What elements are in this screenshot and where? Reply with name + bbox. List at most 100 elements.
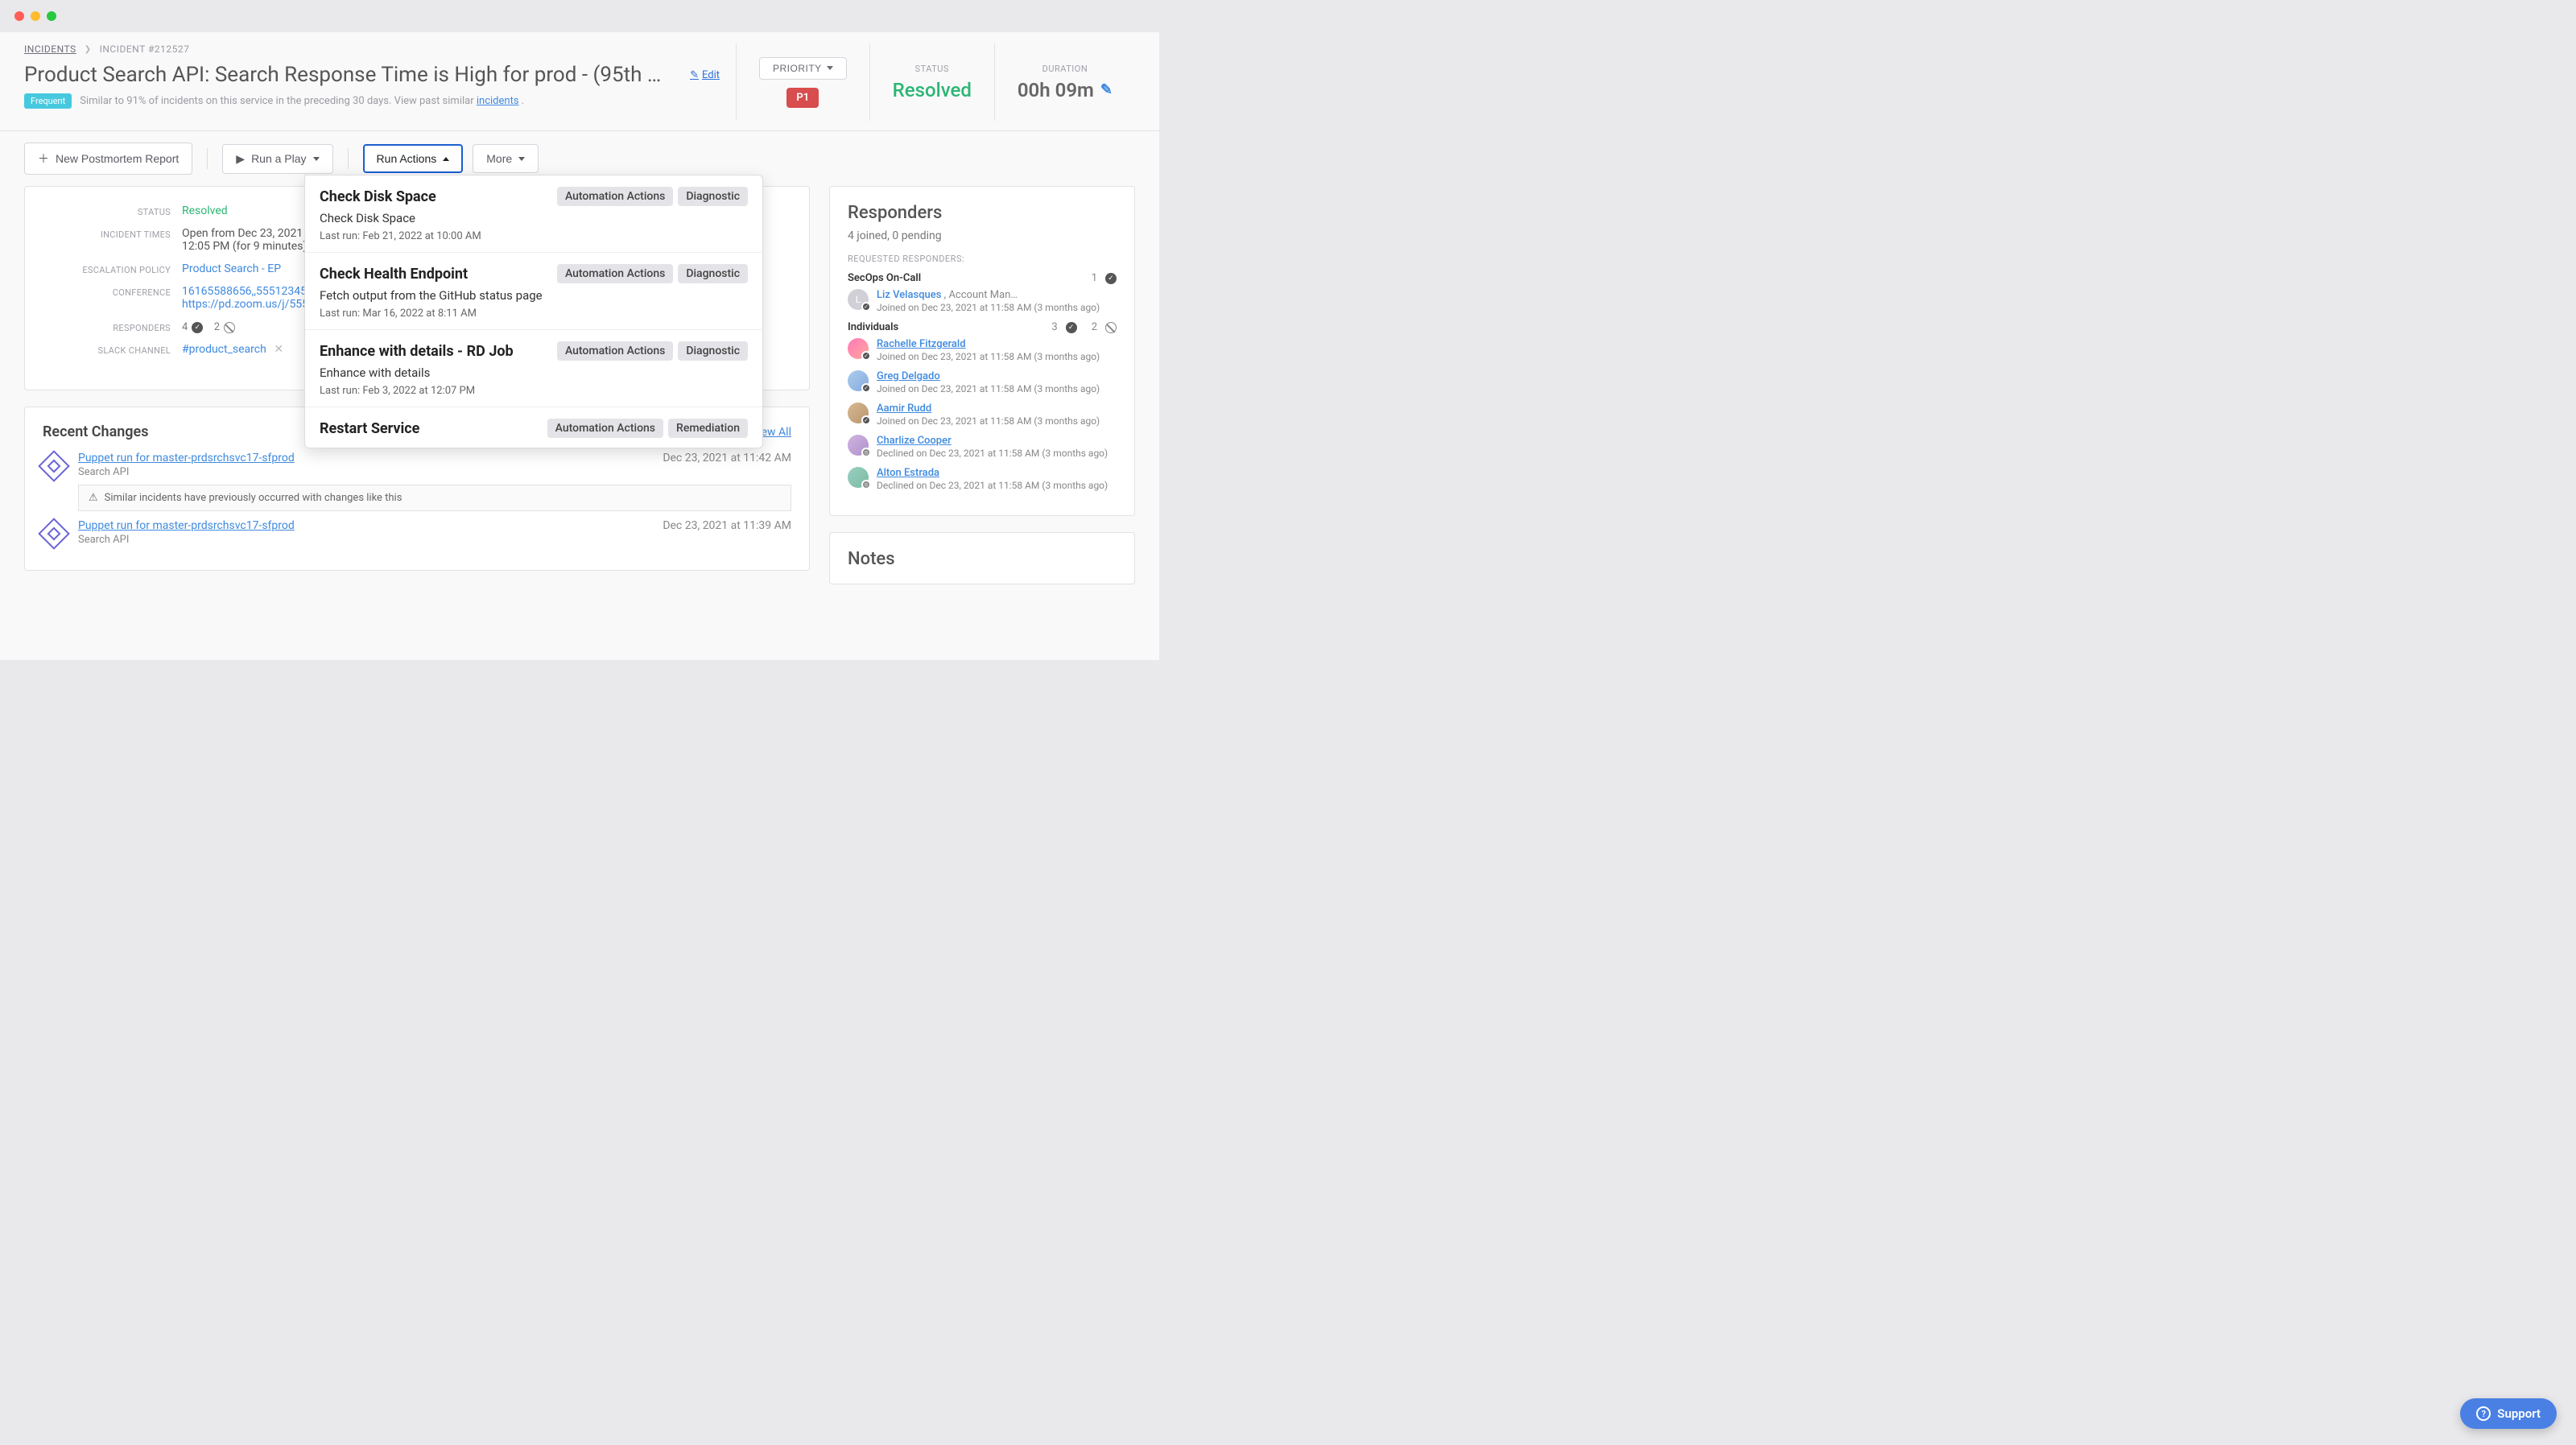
action-title: Enhance with details - RD Job: [320, 343, 514, 360]
responders-title: Responders: [848, 203, 1117, 223]
help-icon: ?: [2476, 1406, 2491, 1421]
responder-status: Joined on Dec 23, 2021 at 11:58 AM (3 mo…: [877, 383, 1117, 394]
action-description: Check Disk Space: [320, 211, 748, 225]
responders-card: Responders 4 joined, 0 pending REQUESTED…: [829, 186, 1135, 516]
status-value: Resolved: [893, 79, 972, 101]
responder-name-link[interactable]: Greg Delgado: [877, 370, 940, 382]
action-tag: Automation Actions: [557, 341, 673, 361]
status-box: STATUS Resolved: [869, 43, 994, 121]
change-icon: [38, 450, 70, 482]
notes-card: Notes: [829, 532, 1135, 584]
avatar: ✓: [848, 370, 869, 391]
recent-changes-title: Recent Changes: [43, 423, 148, 440]
avatar: ⦸: [848, 467, 869, 488]
responder-row: ⦸ Alton Estrada Declined on Dec 23, 2021…: [848, 467, 1117, 491]
change-link[interactable]: Puppet run for master-prdsrchsvc17-sfpro…: [78, 452, 295, 464]
responder-name-link[interactable]: Alton Estrada: [877, 467, 939, 479]
status-label: STATUS: [46, 204, 171, 217]
avatar: L✓: [848, 289, 869, 310]
joined-badge-icon: ✓: [861, 302, 871, 312]
priority-dropdown-button[interactable]: PRIORITY: [759, 57, 847, 80]
more-button[interactable]: More: [473, 144, 539, 173]
divider: [348, 148, 349, 169]
change-link[interactable]: Puppet run for master-prdsrchsvc17-sfpro…: [78, 519, 295, 532]
action-toolbar: ＋ New Postmortem Report ▶ Run a Play Run…: [0, 131, 1159, 186]
avatar: ✓: [848, 338, 869, 359]
change-icon: [38, 518, 70, 550]
action-title: Restart Service: [320, 420, 419, 437]
edit-title-button[interactable]: ✎ Edit: [690, 69, 720, 81]
remove-slack-icon[interactable]: ✕: [274, 343, 283, 356]
individuals-group-header: Individuals 3 ✓ 2: [848, 321, 1117, 333]
caret-down-icon: [827, 66, 833, 70]
similar-incident-warning: ⚠ Similar incidents have previously occu…: [78, 485, 791, 511]
oncall-group-header: SecOps On-Call 1 ✓: [848, 272, 1117, 284]
caret-down-icon: [313, 157, 320, 161]
responder-row: ⦸ Charlize Cooper Declined on Dec 23, 20…: [848, 435, 1117, 459]
joined-badge-icon: ✓: [861, 415, 871, 425]
responder-name-link[interactable]: Charlize Cooper: [877, 435, 952, 447]
duration-value: 00h 09m: [1018, 79, 1094, 101]
incident-times-label: INCIDENT TIMES: [46, 227, 171, 240]
action-last-run: Last run: Feb 3, 2022 at 12:07 PM: [320, 385, 748, 397]
responder-row: ✓ Rachelle Fitzgerald Joined on Dec 23, …: [848, 338, 1117, 362]
priority-box: PRIORITY P1: [736, 43, 869, 121]
slash-circle-icon: [224, 322, 235, 333]
edit-duration-icon[interactable]: ✎: [1100, 81, 1113, 98]
action-description: Enhance with details: [320, 365, 748, 380]
action-tag: Diagnostic: [678, 187, 748, 206]
incident-title: Product Search API: Search Response Time…: [24, 63, 672, 87]
escalation-policy-link[interactable]: Product Search - EP: [182, 262, 281, 275]
action-item[interactable]: Restart Service Automation ActionsRemedi…: [305, 407, 762, 448]
action-tag: Remediation: [668, 419, 748, 438]
responder-status: Joined on Dec 23, 2021 at 11:58 AM (3 mo…: [877, 351, 1117, 362]
divider: [207, 148, 208, 169]
support-button[interactable]: ? Support: [2460, 1398, 2557, 1429]
action-last-run: Last run: Feb 21, 2022 at 10:00 AM: [320, 230, 748, 242]
action-tag: Diagnostic: [678, 341, 748, 361]
change-timestamp: Dec 23, 2021 at 11:42 AM: [663, 452, 791, 464]
check-circle-icon: ✓: [1066, 322, 1077, 333]
change-row: Puppet run for master-prdsrchsvc17-sfpro…: [43, 452, 791, 511]
slack-channel-link[interactable]: #product_search: [182, 343, 266, 356]
responder-status: Declined on Dec 23, 2021 at 11:58 AM (3 …: [877, 480, 1117, 491]
notes-title: Notes: [848, 549, 1117, 569]
slack-channel-label: SLACK CHANNEL: [46, 343, 171, 356]
action-title: Check Health Endpoint: [320, 266, 468, 283]
action-item[interactable]: Check Disk Space Automation ActionsDiagn…: [305, 175, 762, 253]
responder-name-link[interactable]: Aamir Rudd: [877, 403, 931, 415]
past-incidents-link[interactable]: incidents: [477, 95, 519, 107]
status-label: STATUS: [915, 64, 949, 74]
responder-row: ✓ Aamir Rudd Joined on Dec 23, 2021 at 1…: [848, 403, 1117, 427]
duration-box: DURATION 00h 09m ✎: [994, 43, 1135, 121]
declined-badge-icon: ⦸: [861, 480, 871, 489]
action-title: Check Disk Space: [320, 188, 436, 205]
action-item[interactable]: Enhance with details - RD Job Automation…: [305, 330, 762, 407]
change-timestamp: Dec 23, 2021 at 11:39 AM: [663, 519, 791, 532]
pencil-icon: ✎: [690, 69, 699, 81]
responder-status: Joined on Dec 23, 2021 at 11:58 AM (3 mo…: [877, 415, 1117, 427]
window-minimize-icon[interactable]: [31, 11, 40, 21]
breadcrumb-root-link[interactable]: INCIDENTS: [24, 43, 76, 55]
new-postmortem-button[interactable]: ＋ New Postmortem Report: [24, 142, 192, 175]
caret-down-icon: [518, 157, 525, 161]
responder-name-link[interactable]: Liz Velasques: [877, 289, 941, 301]
action-item[interactable]: Check Health Endpoint Automation Actions…: [305, 253, 762, 330]
action-description: Fetch output from the GitHub status page: [320, 288, 748, 303]
priority-badge: P1: [786, 88, 819, 108]
change-service: Search API: [78, 466, 791, 478]
breadcrumb: INCIDENTS ❯ INCIDENT #212527: [24, 43, 720, 55]
warning-icon: ⚠: [89, 492, 98, 504]
conference-label: CONFERENCE: [46, 285, 171, 298]
run-actions-button[interactable]: Run Actions: [363, 144, 464, 173]
action-last-run: Last run: Mar 16, 2022 at 8:11 AM: [320, 308, 748, 320]
check-circle-icon: ✓: [1105, 273, 1117, 284]
chevron-right-icon: ❯: [85, 45, 92, 54]
responder-name-link[interactable]: Rachelle Fitzgerald: [877, 338, 966, 350]
check-circle-icon: ✓: [192, 322, 203, 333]
slash-circle-icon: [1105, 322, 1117, 333]
window-zoom-icon[interactable]: [47, 11, 56, 21]
run-play-button[interactable]: ▶ Run a Play: [222, 144, 332, 174]
window-close-icon[interactable]: [14, 11, 24, 21]
avatar: ✓: [848, 403, 869, 423]
